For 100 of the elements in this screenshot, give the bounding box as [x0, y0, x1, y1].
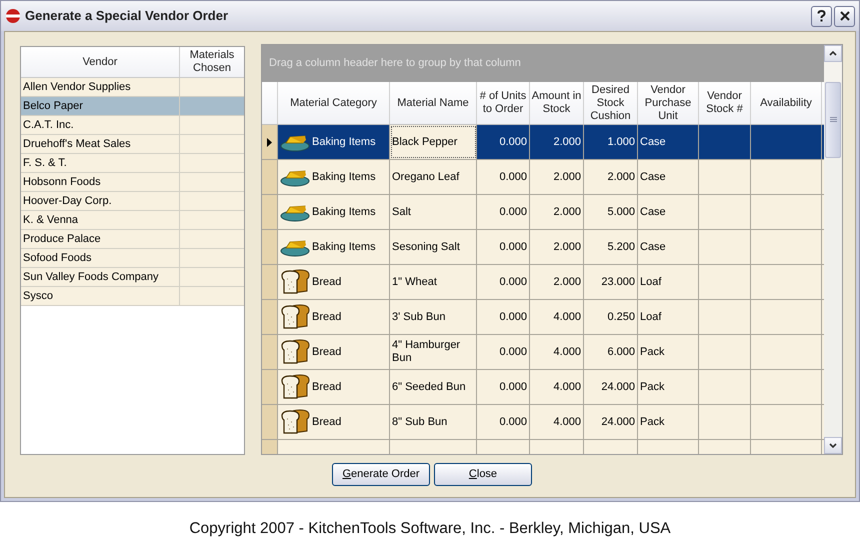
- vendor-row[interactable]: Sofood Foods: [21, 249, 244, 268]
- column-header[interactable]: Vendor Purchase Unit: [638, 82, 699, 124]
- material-row[interactable]: Bread 6" Seeded Bun 0.000 4.000 24.000 Pack: [262, 370, 824, 405]
- table-cell: 2.000: [530, 230, 584, 264]
- column-header[interactable]: Desired Stock Cushion: [584, 82, 638, 124]
- vendor-row[interactable]: Belco Paper: [21, 97, 244, 116]
- vendor-row[interactable]: Allen Vendor Supplies: [21, 78, 244, 97]
- close-button[interactable]: [834, 6, 855, 26]
- category-cell: Baking Items: [278, 125, 390, 159]
- vendor-row[interactable]: Hoover-Day Corp.: [21, 192, 244, 211]
- category-cell: Baking Items: [278, 230, 390, 264]
- table-cell: 24.000: [584, 370, 638, 404]
- category-cell: Bread: [278, 370, 390, 404]
- table-cell: 1" Wheat: [390, 265, 477, 299]
- table-cell: Loaf: [638, 265, 699, 299]
- vendor-row[interactable]: Hobsonn Foods: [21, 173, 244, 192]
- column-header[interactable]: Availability: [751, 82, 822, 124]
- table-cell: 4.000: [530, 370, 584, 404]
- category-cell: Bread: [278, 335, 390, 369]
- column-header[interactable]: Vendor Stock #: [699, 82, 751, 124]
- table-cell: 2.000: [530, 125, 584, 159]
- vendor-row[interactable]: F. S. & T.: [21, 154, 244, 173]
- table-cell: 4.000: [530, 405, 584, 439]
- vendor-row[interactable]: K. & Venna: [21, 211, 244, 230]
- window-title: Generate a Special Vendor Order: [25, 7, 228, 26]
- bread-icon: [280, 269, 310, 295]
- close-icon: [840, 11, 850, 21]
- scroll-thumb[interactable]: [825, 82, 841, 158]
- vendor-name: Produce Palace: [21, 230, 180, 248]
- vendor-row[interactable]: Sun Valley Foods Company: [21, 268, 244, 287]
- table-cell: Black Pepper: [390, 125, 477, 159]
- row-selector[interactable]: [262, 125, 278, 159]
- column-header[interactable]: Material Category: [278, 82, 390, 124]
- table-cell: 0.000: [477, 265, 530, 299]
- material-row[interactable]: Bread 4" Hamburger Bun 0.000 4.000 6.000 Pack: [262, 335, 824, 370]
- table-cell: 2.000: [530, 160, 584, 194]
- table-cell: Pack: [638, 370, 699, 404]
- table-cell: 24.000: [584, 405, 638, 439]
- dialog-button[interactable]: Close: [434, 463, 532, 486]
- scroll-up-button[interactable]: [824, 45, 842, 62]
- help-button[interactable]: [811, 6, 832, 26]
- vendor-row[interactable]: Sysco: [21, 287, 244, 306]
- table-cell: 0.000: [477, 125, 530, 159]
- table-cell: 6" Seeded Bun: [390, 370, 477, 404]
- material-row[interactable]: Baking Items Sesoning Salt 0.000 2.000 5.200 Case: [262, 230, 824, 265]
- table-cell: 2.000: [530, 195, 584, 229]
- vendor-name: C.A.T. Inc.: [21, 116, 180, 134]
- bread-icon: [280, 339, 310, 365]
- column-header[interactable]: # of Units to Order: [477, 82, 530, 124]
- vendor-name: K. & Venna: [21, 211, 180, 229]
- vendor-name: Hobsonn Foods: [21, 173, 180, 191]
- vendor-name: Sofood Foods: [21, 249, 180, 267]
- bread-icon: [280, 409, 310, 435]
- scroll-down-button[interactable]: [824, 437, 842, 454]
- table-cell: Case: [638, 160, 699, 194]
- vendor-row[interactable]: Produce Palace: [21, 230, 244, 249]
- group-hint: Drag a column header here to group by that column: [269, 56, 521, 72]
- material-row[interactable]: Bread 3' Sub Bun 0.000 4.000 0.250 Loaf: [262, 300, 824, 335]
- table-cell: Sesoning Salt: [390, 230, 477, 264]
- table-cell: Oregano Leaf: [390, 160, 477, 194]
- column-header[interactable]: Vendor: [21, 47, 180, 77]
- table-cell: 4" Hamburger Bun: [390, 335, 477, 369]
- category-cell: Baking Items: [278, 195, 390, 229]
- vendor-row[interactable]: Druehoff's Meat Sales: [21, 135, 244, 154]
- table-cell: 4.000: [530, 335, 584, 369]
- chevron-down-icon: [829, 443, 837, 448]
- table-cell: 6.000: [584, 335, 638, 369]
- material-row[interactable]: Baking Items Salt 0.000 2.000 5.000 Case: [262, 195, 824, 230]
- column-header[interactable]: Material Name: [390, 82, 477, 124]
- material-row[interactable]: Baking Items Oregano Leaf 0.000 2.000 2.000 Case: [262, 160, 824, 195]
- vendor-name: Allen Vendor Supplies: [21, 78, 180, 96]
- category-cell: Bread: [278, 265, 390, 299]
- table-cell: Case: [638, 195, 699, 229]
- category-cell: Bread: [278, 300, 390, 334]
- table-cell: Pack: [638, 335, 699, 369]
- table-cell: 4.000: [530, 300, 584, 334]
- table-cell: 2.000: [584, 160, 638, 194]
- table-cell: 23.000: [584, 265, 638, 299]
- scrollbar[interactable]: [824, 82, 842, 454]
- dialog-button[interactable]: Generate Order: [332, 463, 430, 486]
- bread-icon: [280, 374, 310, 400]
- table-cell: 0.000: [477, 230, 530, 264]
- table-cell: 5.000: [584, 195, 638, 229]
- table-cell: 1.000: [584, 125, 638, 159]
- material-row[interactable]: Bread 8" Sub Bun 0.000 4.000 24.000 Pack: [262, 405, 824, 440]
- bread-icon: [280, 304, 310, 330]
- vendor-name: Belco Paper: [21, 97, 180, 115]
- table-cell: 5.200: [584, 230, 638, 264]
- table-cell: 0.000: [477, 335, 530, 369]
- material-row[interactable]: Bread 1" Wheat 0.000 2.000 23.000 Loaf: [262, 265, 824, 300]
- vendor-row[interactable]: C.A.T. Inc.: [21, 116, 244, 135]
- column-header[interactable]: Materials Chosen: [180, 47, 244, 77]
- column-header[interactable]: Amount in Stock: [530, 82, 584, 124]
- question-mark-icon: [817, 10, 826, 22]
- table-cell: 8" Sub Bun: [390, 405, 477, 439]
- material-row[interactable]: Baking Items Black Pepper 0.000 2.000 1.000 Case: [262, 125, 824, 160]
- chevron-up-icon: [829, 51, 837, 56]
- table-cell: Pack: [638, 405, 699, 439]
- vendor-name: Druehoff's Meat Sales: [21, 135, 180, 153]
- table-cell: 3' Sub Bun: [390, 300, 477, 334]
